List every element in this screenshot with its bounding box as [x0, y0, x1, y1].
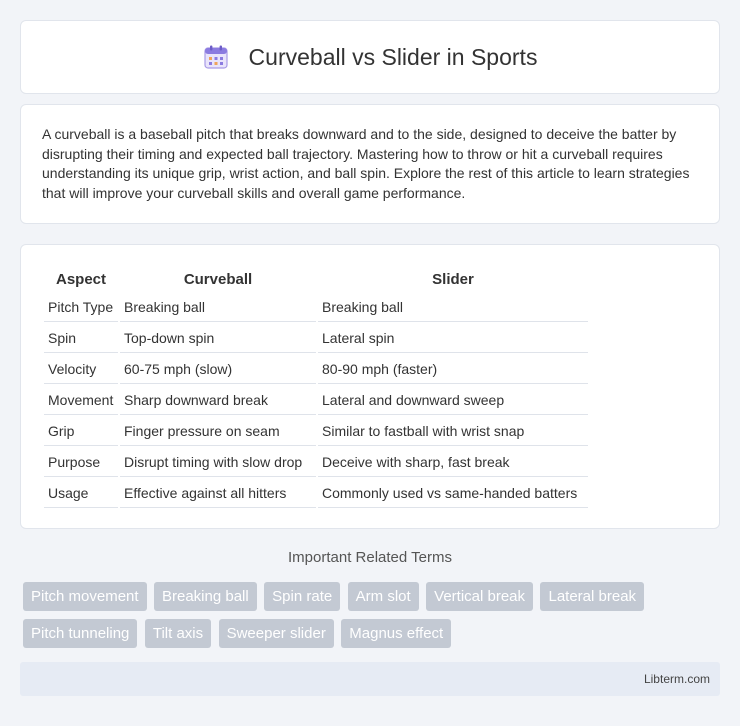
table-cell: Deceive with sharp, fast break: [318, 448, 588, 477]
table-cell: Commonly used vs same-handed batters: [318, 479, 588, 508]
table-cell: Movement: [44, 386, 118, 415]
table-cell: Top-down spin: [120, 324, 316, 353]
calendar-icon: [203, 44, 229, 70]
header-aspect: Aspect: [55, 270, 107, 288]
intro-paragraph: A curveball is a baseball pitch that bre…: [42, 126, 690, 201]
term-tag-breaking-ball[interactable]: Breaking ball: [154, 582, 257, 611]
table-cell: Purpose: [44, 448, 118, 477]
footer: Libterm.com: [20, 662, 720, 696]
term-tag-pitch-movement[interactable]: Pitch movement: [23, 582, 147, 611]
header-curveball: Curveball: [183, 270, 253, 288]
table-cell: Lateral and downward sweep: [318, 386, 588, 415]
table-row: Movement Sharp downward break Lateral an…: [44, 386, 588, 415]
table-row: Usage Effective against all hitters Comm…: [44, 479, 588, 508]
table-cell: Velocity: [44, 355, 118, 384]
term-tag-pitch-tunneling[interactable]: Pitch tunneling: [23, 619, 138, 648]
table-cell: 80-90 mph (faster): [318, 355, 588, 384]
term-tag-arm-slot[interactable]: Arm slot: [347, 582, 419, 611]
table-cell: Disrupt timing with slow drop: [120, 448, 316, 477]
table-cell: Usage: [44, 479, 118, 508]
comparison-card: Aspect Curveball Slider Pitch Type Break…: [20, 244, 720, 529]
intro-card: A curveball is a baseball pitch that bre…: [20, 104, 720, 224]
footer-site-link[interactable]: Libterm.com: [644, 672, 710, 686]
table-cell: Effective against all hitters: [120, 479, 316, 508]
related-terms-title: Important Related Terms: [288, 549, 452, 566]
term-tag-spin-rate[interactable]: Spin rate: [264, 582, 341, 611]
table-row: Purpose Disrupt timing with slow drop De…: [44, 448, 588, 477]
table-row: Spin Top-down spin Lateral spin: [44, 324, 588, 353]
table-row: Grip Finger pressure on seam Similar to …: [44, 417, 588, 446]
comparison-table: Aspect Curveball Slider Pitch Type Break…: [42, 265, 590, 510]
table-header-row: Aspect Curveball Slider: [44, 267, 588, 291]
table-row: Velocity 60-75 mph (slow) 80-90 mph (fas…: [44, 355, 588, 384]
table-cell: Similar to fastball with wrist snap: [318, 417, 588, 446]
header-slider: Slider: [432, 270, 474, 288]
table-cell: Sharp downward break: [120, 386, 316, 415]
table-cell: Breaking ball: [318, 293, 588, 322]
term-tag-magnus-effect[interactable]: Magnus effect: [341, 619, 452, 648]
term-tag-vertical-break[interactable]: Vertical break: [426, 582, 534, 611]
table-cell: Grip: [44, 417, 118, 446]
table-cell: Finger pressure on seam: [120, 417, 316, 446]
table-cell: 60-75 mph (slow): [120, 355, 316, 384]
table-row: Pitch Type Breaking ball Breaking ball: [44, 293, 588, 322]
term-tag-sweeper-slider[interactable]: Sweeper slider: [218, 619, 334, 648]
table-cell: Spin: [44, 324, 118, 353]
term-tag-lateral-break[interactable]: Lateral break: [540, 582, 645, 611]
table-cell: Lateral spin: [318, 324, 588, 353]
page-title: Curveball vs Slider in Sports: [248, 43, 538, 70]
table-cell: Breaking ball: [120, 293, 316, 322]
term-tag-tilt-axis[interactable]: Tilt axis: [144, 619, 212, 648]
related-terms-list: Pitch movement Breaking ball Spin rate A…: [23, 582, 723, 656]
title-card: Curveball vs Slider in Sports: [20, 20, 720, 94]
table-cell: Pitch Type: [44, 293, 118, 322]
